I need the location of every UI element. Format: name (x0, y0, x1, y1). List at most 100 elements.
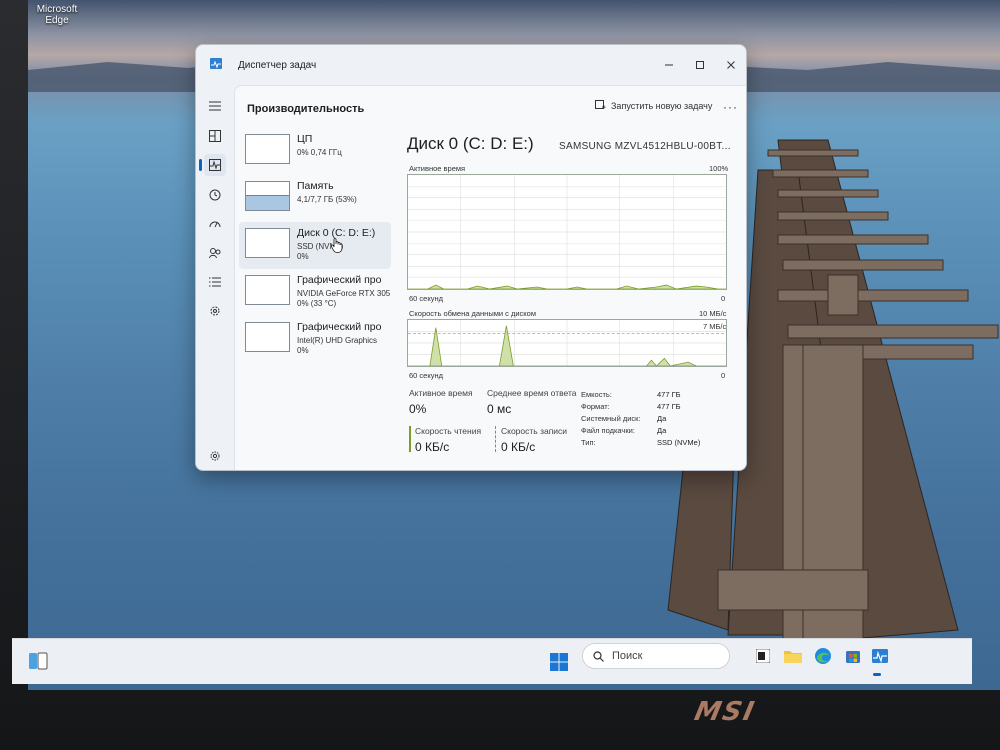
gear-icon (210, 451, 220, 461)
list-icon (209, 277, 221, 287)
windows-logo-icon (550, 653, 568, 671)
nav-menu-button[interactable] (204, 95, 226, 117)
active-time-graph (407, 174, 727, 290)
taskbar-file-explorer[interactable] (780, 643, 806, 669)
edge-label-line2: Edge (45, 15, 69, 26)
read-speed-label: Скорость чтения (415, 426, 482, 436)
close-icon (727, 61, 735, 69)
widgets-icon (29, 652, 48, 670)
prop-value: 477 ГБ (657, 402, 681, 411)
resource-name: Диск 0 (C: D: E:) (297, 227, 376, 239)
read-speed-value: 0 КБ/с (415, 440, 450, 454)
nav-users[interactable] (204, 242, 226, 264)
prop-key: Файл подкачки: (581, 426, 635, 435)
memory-thumbnail (245, 181, 290, 211)
resource-memory[interactable]: Память 4,1/7,7 ГБ (53%) (239, 175, 391, 222)
resource-sub: SSD (NVMe) (297, 242, 344, 251)
widgets-button[interactable] (28, 651, 48, 671)
taskbar-store[interactable] (840, 643, 866, 669)
minimize-button[interactable] (662, 58, 676, 72)
maximize-button[interactable] (693, 58, 707, 72)
edge-icon (815, 648, 831, 664)
memory-fill (246, 195, 289, 210)
taskbar-task-manager[interactable] (867, 643, 893, 669)
taskbar-edge[interactable] (810, 643, 836, 669)
nav-performance[interactable] (199, 154, 226, 176)
performance-icon (209, 159, 221, 171)
close-button[interactable] (724, 58, 738, 72)
resource-list: ЦП 0% 0,74 ГГц Память 4,1/7,7 ГБ (53%) Д… (239, 128, 391, 363)
edge-desktop-icon[interactable]: Microsoft Edge (34, 4, 80, 26)
performance-page: Производительность Запустить новую задач… (234, 85, 746, 470)
transfer-graph-xright: 0 (721, 371, 726, 380)
active-time-graph-label: Активное время (409, 164, 466, 173)
prop-key: Системный диск: (581, 414, 641, 423)
side-nav (196, 85, 234, 470)
nav-settings[interactable] (204, 445, 226, 467)
transfer-graph-max: 10 МБ/с (699, 309, 727, 318)
resource-sub2: 0% (297, 252, 309, 261)
write-speed-label: Скорость записи (501, 426, 568, 436)
resource-name: Графический про (297, 274, 382, 286)
write-speed-indicator (495, 426, 496, 452)
resource-gpu1[interactable]: Графический про Intel(R) UHD Graphics 0% (239, 316, 391, 363)
avg-response-label: Среднее время ответа (487, 388, 577, 398)
task-manager-window: Диспетчер задач Производительность Запус… (195, 44, 747, 471)
edge-label-line1: Microsoft (36, 4, 78, 15)
task-manager-icon (872, 649, 888, 663)
write-speed-value: 0 КБ/с (501, 440, 536, 454)
prop-key: Емкость: (581, 390, 612, 399)
disk-thumbnail (245, 228, 290, 258)
active-app-indicator (873, 673, 881, 676)
disk-model: SAMSUNG MZVL4512HBLU-00BT... (559, 141, 731, 152)
disk-title: Диск 0 (C: D: E:) (407, 134, 534, 153)
nav-processes[interactable] (204, 125, 226, 147)
gpu0-thumbnail (245, 275, 290, 305)
nav-startup-apps[interactable] (204, 213, 226, 235)
active-time-graph-xleft: 60 секунд (409, 294, 443, 303)
taskbar-search[interactable]: Поиск (582, 643, 730, 669)
prop-value: 477 ГБ (657, 390, 681, 399)
avg-response-value: 0 мс (487, 402, 512, 416)
resource-sub: Intel(R) UHD Graphics (297, 336, 378, 345)
prop-value: Да (657, 414, 667, 423)
more-options-button[interactable]: ··· (723, 100, 738, 114)
active-time-graph-max: 100% (709, 164, 729, 173)
prop-value: SSD (NVMe) (657, 438, 701, 447)
store-icon (846, 651, 860, 663)
minimize-icon (665, 64, 673, 66)
active-time-value: 0% (409, 402, 427, 416)
resource-sub2: 0% (33 °C) (297, 299, 337, 308)
page-title: Производительность (247, 103, 365, 115)
start-button[interactable] (542, 645, 576, 679)
history-icon (209, 189, 221, 201)
resource-name: ЦП (297, 133, 313, 145)
active-time-graph-xright: 0 (721, 294, 726, 303)
search-icon (593, 650, 604, 662)
resource-cpu[interactable]: ЦП 0% 0,74 ГГц (239, 128, 391, 175)
active-time-label: Активное время (409, 388, 473, 398)
maximize-icon (696, 61, 704, 69)
resource-gpu0[interactable]: Графический про NVIDIA GeForce RTX 305 0… (239, 269, 391, 316)
resource-sub: 0% 0,74 ГГц (297, 148, 342, 157)
nav-details[interactable] (204, 271, 226, 293)
window-title: Диспетчер задач (238, 60, 317, 71)
resource-disk0[interactable]: Диск 0 (C: D: E:) SSD (NVMe) 0% (239, 222, 391, 269)
hamburger-icon (209, 101, 221, 111)
users-icon (209, 248, 221, 259)
folder-icon (784, 651, 802, 663)
transfer-graph-label: Скорость обмена данными с диском (409, 309, 536, 318)
taskbar: Поиск (12, 638, 972, 684)
speedometer-icon (209, 221, 221, 228)
run-new-task-button[interactable]: Запустить новую задачу (595, 100, 712, 111)
prop-key: Тип: (581, 438, 596, 447)
msi-logo: msi (691, 697, 759, 727)
nav-app-history[interactable] (204, 184, 226, 206)
nav-services[interactable] (204, 300, 226, 322)
prop-value: Да (657, 426, 667, 435)
title-bar[interactable]: Диспетчер задач (196, 45, 746, 85)
resource-sub: 4,1/7,7 ГБ (53%) (297, 195, 357, 204)
services-icon (210, 306, 220, 316)
task-manager-app-icon (210, 58, 222, 69)
taskbar-app-1[interactable] (750, 643, 776, 669)
